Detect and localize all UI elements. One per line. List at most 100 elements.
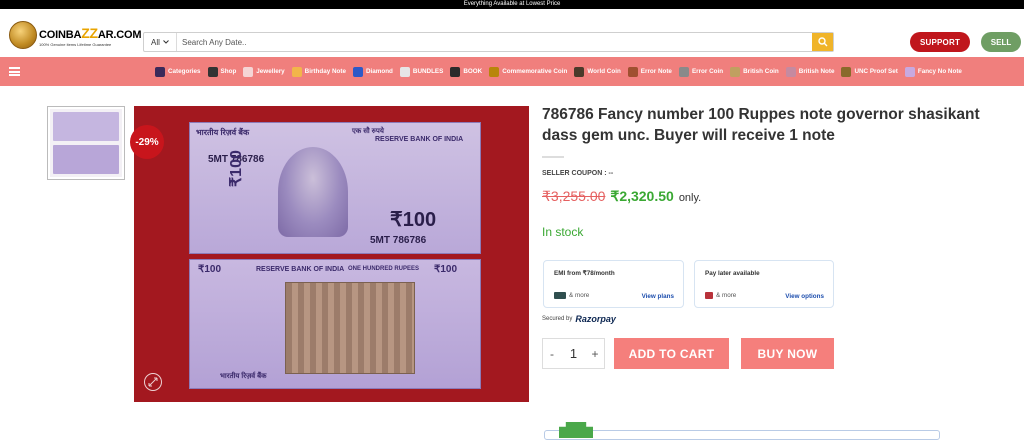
nav-item-error-note[interactable]: Error Note xyxy=(627,66,672,77)
sell-button[interactable]: SELL xyxy=(981,32,1021,52)
buy-now-button[interactable]: BUY NOW xyxy=(741,338,834,369)
quantity-decrease-button[interactable]: - xyxy=(543,347,561,361)
book-icon xyxy=(450,66,461,77)
sale-price: ₹2,320.50 xyxy=(610,188,674,204)
note-serial-bottom: 5MT 786786 xyxy=(370,235,427,246)
stepwell-motif xyxy=(285,282,415,374)
bag-icon xyxy=(207,66,218,77)
nav-item-label: Jewellery xyxy=(256,68,285,75)
nav-item-label: Commemorative Coin xyxy=(502,68,568,75)
seller-coupon: SELLER COUPON : -- xyxy=(542,170,614,177)
note-back-rbi: RESERVE BANK OF INDIA xyxy=(256,266,345,273)
pay-later-card[interactable]: Pay later available & more View options xyxy=(694,260,834,308)
paylater-logo-icon xyxy=(705,292,713,299)
quantity-stepper: - 1 + xyxy=(542,338,605,369)
badge-icon xyxy=(559,422,593,438)
nav-item-bundles[interactable]: BUNDLES xyxy=(399,66,443,77)
secured-by-label: Secured by xyxy=(542,316,573,322)
stack-icon xyxy=(155,66,165,77)
secured-by-razorpay: Secured by Razorpay xyxy=(542,314,616,324)
pay-later-title: Pay later available xyxy=(705,270,760,277)
nav-item-birthday-note[interactable]: Birthday Note xyxy=(291,66,346,77)
bundle-icon xyxy=(399,66,410,77)
nav-item-label: British Note xyxy=(798,68,835,75)
search-category-label: All xyxy=(151,37,160,47)
search-input[interactable] xyxy=(177,33,812,51)
nav-item-label: Error Note xyxy=(640,68,672,75)
logo-wordmark: COINBAZZAR.COM xyxy=(39,25,142,41)
pay-later-providers: & more xyxy=(705,292,736,299)
product-main-image[interactable]: भारतीय रिज़र्व बैंक एक सौ रुपये RESERVE … xyxy=(134,106,529,402)
nav-item-shop[interactable]: Shop xyxy=(207,66,237,77)
nav-item-diamond[interactable]: Diamond xyxy=(352,66,393,77)
nav-item-british-note[interactable]: British Note xyxy=(785,66,835,77)
emi-providers: & more xyxy=(554,292,589,299)
original-price: ₹3,255.00 xyxy=(542,188,606,204)
site-logo[interactable]: COINBAZZAR.COM 100% Genuine items Lifeti… xyxy=(9,21,142,55)
category-nav: Categories Shop Jewellery Birthday Note Diam… xyxy=(0,57,1024,86)
note-rbi-text: RESERVE BANK OF INDIA xyxy=(375,136,464,143)
search-category-select[interactable]: All xyxy=(144,33,177,51)
nav-item-unc-proof-set[interactable]: UNC Proof Set xyxy=(841,66,898,77)
emi-title: EMI from ₹78/month xyxy=(554,270,615,277)
site-header: COINBAZZAR.COM 100% Genuine items Lifeti… xyxy=(0,9,1024,57)
search-icon xyxy=(817,37,827,47)
british-coin-icon xyxy=(730,66,741,77)
gandhi-portrait xyxy=(278,147,348,237)
chevron-down-icon xyxy=(163,40,169,44)
nav-item-label: Diamond xyxy=(365,68,393,75)
add-to-cart-button[interactable]: ADD TO CART xyxy=(614,338,729,369)
quantity-increase-button[interactable]: + xyxy=(586,347,604,361)
price-row: ₹3,255.00 ₹2,320.50 only. xyxy=(542,188,701,205)
view-options-link[interactable]: View options xyxy=(785,293,824,300)
bank-logo-icon xyxy=(554,292,566,299)
note-back-hindi: भारतीय रिज़र्व बैंक xyxy=(220,373,267,380)
nav-items: Categories Shop Jewellery Birthday Note Diam… xyxy=(155,57,969,86)
nav-item-label: Shop xyxy=(220,68,237,75)
proof-set-icon xyxy=(841,66,852,77)
nav-item-error-coin[interactable]: Error Coin xyxy=(678,66,724,77)
note-back-denom-right: ₹100 xyxy=(434,264,458,275)
logo-tagline: 100% Genuine items Lifetime Guarantee xyxy=(39,42,112,47)
quantity-input[interactable]: 1 xyxy=(561,346,586,361)
menu-icon[interactable] xyxy=(9,67,20,76)
nav-item-label: Error Coin xyxy=(691,68,724,75)
nav-item-label: British Coin xyxy=(743,68,779,75)
british-note-icon xyxy=(785,66,796,77)
zoom-expand-icon[interactable] xyxy=(143,372,163,392)
globe-coin-icon xyxy=(574,66,585,77)
nav-item-label: World Coin xyxy=(587,68,621,75)
view-plans-link[interactable]: View plans xyxy=(642,293,674,300)
gallery-thumbnail[interactable] xyxy=(47,106,125,180)
nav-item-jewellery[interactable]: Jewellery xyxy=(243,66,285,77)
info-box xyxy=(544,430,940,440)
nav-item-world-coin[interactable]: World Coin xyxy=(574,66,621,77)
nav-item-fancy-no-note[interactable]: Fancy No Note xyxy=(904,66,962,77)
nav-item-label: Categories xyxy=(168,68,201,75)
nav-item-british-coin[interactable]: British Coin xyxy=(730,66,779,77)
emi-card[interactable]: EMI from ₹78/month & more View plans xyxy=(543,260,684,308)
razorpay-logo: Razorpay xyxy=(575,314,616,324)
announcement-bar: Everything Available at Lowest Price xyxy=(0,0,1024,9)
coin-icon xyxy=(489,66,500,77)
announcement-text: Everything Available at Lowest Price xyxy=(463,1,561,7)
note-hindi-title: भारतीय रिज़र्व बैंक xyxy=(196,128,250,137)
note-icon xyxy=(627,66,638,77)
title-divider xyxy=(542,156,564,158)
note-denomination: ₹100 xyxy=(390,209,437,231)
discount-badge: -29% xyxy=(130,125,164,159)
search-bar: All xyxy=(143,32,834,52)
coin-gray-icon xyxy=(678,66,689,77)
note-back-denom-left: ₹100 xyxy=(198,264,222,275)
support-button[interactable]: SUPPORT xyxy=(910,32,970,52)
note-hindi-amount: एक सौ रुपये xyxy=(352,128,384,135)
nav-item-book[interactable]: BOOK xyxy=(450,66,482,77)
thumbnail-back-note xyxy=(53,145,119,174)
stock-status: In stock xyxy=(542,225,584,239)
nav-item-commemorative-coin[interactable]: Commemorative Coin xyxy=(489,66,568,77)
nav-item-label: Fancy No Note xyxy=(917,68,962,75)
banknote-back: ₹100 RESERVE BANK OF INDIA ONE HUNDRED R… xyxy=(189,259,481,389)
fancy-note-icon xyxy=(904,66,915,77)
nav-item-categories[interactable]: Categories xyxy=(155,66,201,77)
search-button[interactable] xyxy=(812,33,833,51)
